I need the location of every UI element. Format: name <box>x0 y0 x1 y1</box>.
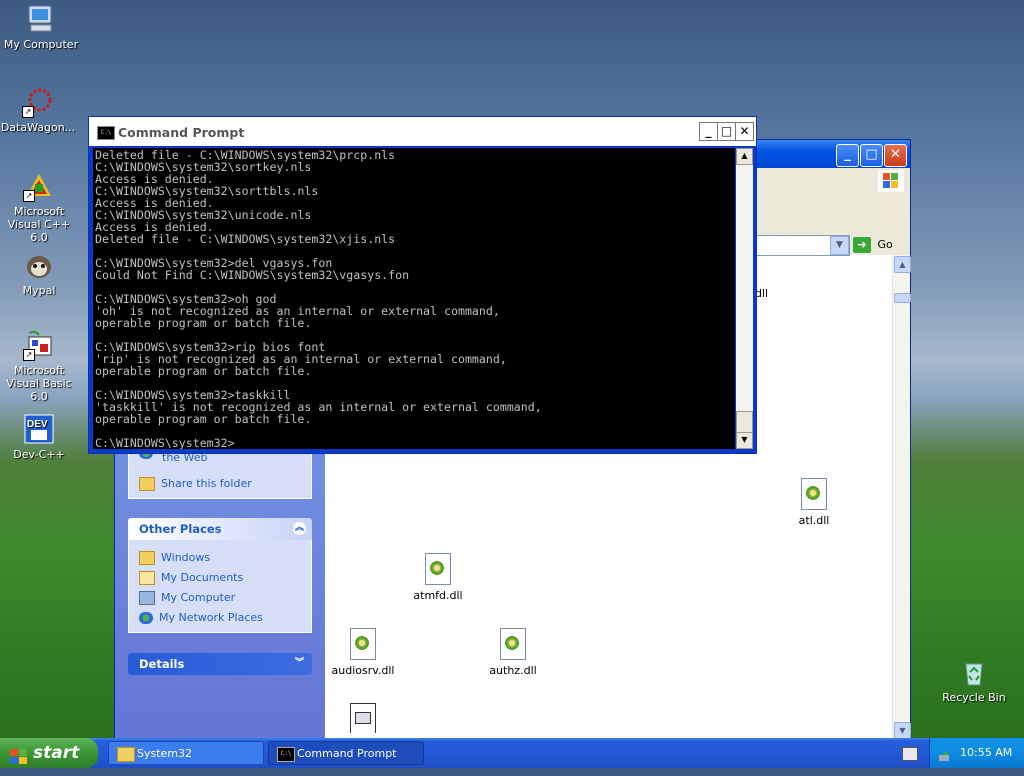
my-computer-icon <box>139 591 155 605</box>
file-name: audiosrv.dll <box>331 664 395 677</box>
address-dropdown-button[interactable]: ▼ <box>830 236 849 255</box>
cmd-maximize-button[interactable]: □ <box>717 122 736 141</box>
desktop-icon-dev-cpp[interactable]: DEV Dev-C++ <box>0 413 80 461</box>
desktop-icon-visual-cpp[interactable]: ↗ Microsoft Visual C++ 6.0 <box>0 170 80 244</box>
folder-icon <box>139 551 155 565</box>
maximize-button[interactable]: □ <box>860 144 883 167</box>
command-prompt-window: C:\ Command Prompt _ □ ✕ Deleted file - … <box>88 116 757 454</box>
scroll-up-button[interactable]: ▲ <box>894 256 911 273</box>
taskbar-button-system32[interactable]: System32 <box>108 741 264 765</box>
desktop-icon-datawagon[interactable]: ↗ DataWagon... <box>0 86 79 134</box>
shortcut-arrow-icon: ↗ <box>22 106 34 118</box>
taskbar-button-command-prompt[interactable]: C:\ Command Prompt <box>268 741 424 765</box>
other-places-title: Other Places <box>139 522 222 536</box>
shortcut-arrow-icon: ↗ <box>23 349 35 361</box>
scroll-down-button[interactable]: ▼ <box>894 722 911 739</box>
details-header[interactable]: Details ︾ <box>128 653 312 675</box>
desktop-icon-label: Dev-C++ <box>13 448 65 461</box>
desktop-icon-mypal[interactable]: Mypal <box>0 249 80 297</box>
close-button[interactable]: ✕ <box>884 144 907 167</box>
datawagon-icon: ↗ <box>22 86 54 118</box>
network-places-icon <box>139 612 153 624</box>
desktop-icon-label: My Computer <box>3 38 79 51</box>
collapse-chevron-icon[interactable]: ︽ <box>293 522 306 535</box>
scroll-thumb[interactable] <box>894 293 911 303</box>
mypal-icon <box>23 249 55 281</box>
command-prompt-icon: C:\ <box>277 747 295 762</box>
desktop-icon-label: Recycle Bin <box>942 691 1006 704</box>
minimize-button[interactable]: _ <box>836 144 859 167</box>
file-item[interactable]: atl.dll <box>774 478 854 527</box>
cmd-close-button[interactable]: ✕ <box>735 122 754 141</box>
other-place-windows[interactable]: Windows <box>139 551 210 565</box>
start-button[interactable]: start <box>0 738 98 768</box>
start-label: start <box>33 743 80 763</box>
desktop-icon-label: Mypal <box>22 284 56 297</box>
svg-text:DEV: DEV <box>27 419 48 430</box>
console-output[interactable]: Deleted file - C:\WINDOWS\system32\prcp.… <box>93 148 735 449</box>
file-name: atmfd.dll <box>413 589 463 602</box>
windows-logo-icon <box>878 170 904 192</box>
system-tray: 10:55 AM <box>929 738 1024 768</box>
command-prompt-icon: C:\ <box>97 126 115 140</box>
other-place-label: My Computer <box>161 591 236 604</box>
details-title: Details <box>139 657 185 671</box>
other-places-header[interactable]: Other Places ︽ <box>128 518 312 540</box>
dll-file-icon <box>500 628 526 660</box>
file-name: authz.dll <box>489 664 537 677</box>
taskbar-button-label: Command Prompt <box>297 747 397 760</box>
cmd-scroll-thumb[interactable] <box>736 411 753 433</box>
share-folder-label: Share this folder <box>161 477 252 490</box>
dll-file-icon <box>801 478 827 510</box>
share-folder-link[interactable]: Share this folder <box>139 477 252 491</box>
file-item[interactable]: audiosrv.dll <box>323 628 403 677</box>
clock[interactable]: 10:55 AM <box>960 738 1012 768</box>
go-arrow-icon: ➔ <box>853 237 871 253</box>
taskbar: start System32 C:\ Command Prompt 10:55 … <box>0 738 1024 768</box>
other-place-my-documents[interactable]: My Documents <box>139 571 243 585</box>
visual-cpp-icon: ↗ <box>23 170 55 202</box>
cmd-title: Command Prompt <box>118 125 245 140</box>
cmd-scroll-down-button[interactable]: ▼ <box>736 432 753 449</box>
cmd-minimize-button[interactable]: _ <box>699 122 718 141</box>
explorer-vertical-scrollbar[interactable]: ▲ ▼ <box>892 255 911 740</box>
desktop-icon-my-computer[interactable]: My Computer <box>0 3 82 51</box>
keyboard-icon[interactable] <box>902 747 918 761</box>
expand-chevron-icon[interactable]: ︾ <box>293 657 306 670</box>
other-place-label: Windows <box>161 551 211 564</box>
console-text: Deleted file - C:\WINDOWS\system32\prcp.… <box>95 148 542 449</box>
desktop-icon-label: DataWagon... <box>0 121 76 134</box>
other-place-my-computer[interactable]: My Computer <box>139 591 235 605</box>
recycle-bin-icon <box>958 656 990 688</box>
desktop-icon-visual-basic[interactable]: ↗ Microsoft Visual Basic 6.0 <box>0 329 80 403</box>
file-item[interactable]: authz.dll <box>473 628 553 677</box>
file-name: atl.dll <box>798 514 830 527</box>
desktop-icon-label: Microsoft Visual C++ 6.0 <box>7 205 71 244</box>
cmd-titlebar[interactable]: C:\ Command Prompt _ □ ✕ <box>89 117 756 146</box>
other-place-my-network[interactable]: My Network Places <box>139 611 263 624</box>
safely-remove-hardware-icon[interactable] <box>938 746 952 761</box>
dll-file-icon <box>350 628 376 660</box>
my-documents-icon <box>139 571 155 585</box>
go-label: Go <box>877 238 893 251</box>
share-folder-icon <box>139 477 155 491</box>
cmd-scroll-up-button[interactable]: ▲ <box>736 148 753 165</box>
file-item[interactable] <box>323 703 403 733</box>
visual-basic-icon: ↗ <box>23 329 55 361</box>
windows-flag-icon <box>10 745 27 764</box>
desktop-icon-label: Microsoft Visual Basic 6.0 <box>6 364 72 403</box>
dll-file-icon <box>425 553 451 585</box>
other-place-label: My Network Places <box>159 611 263 624</box>
shortcut-arrow-icon: ↗ <box>23 190 35 202</box>
go-button[interactable]: ➔ Go <box>853 235 893 254</box>
taskbar-button-label: System32 <box>137 747 193 760</box>
folder-icon <box>117 747 135 762</box>
desktop-icon-recycle-bin[interactable]: Recycle Bin <box>933 656 1015 704</box>
my-computer-icon <box>25 3 57 35</box>
dev-cpp-icon: DEV <box>23 413 55 445</box>
system-file-icon <box>350 703 376 733</box>
file-item[interactable]: atmfd.dll <box>398 553 478 602</box>
other-place-label: My Documents <box>161 571 244 584</box>
cmd-vertical-scrollbar[interactable]: ▲ ▼ <box>736 148 753 449</box>
